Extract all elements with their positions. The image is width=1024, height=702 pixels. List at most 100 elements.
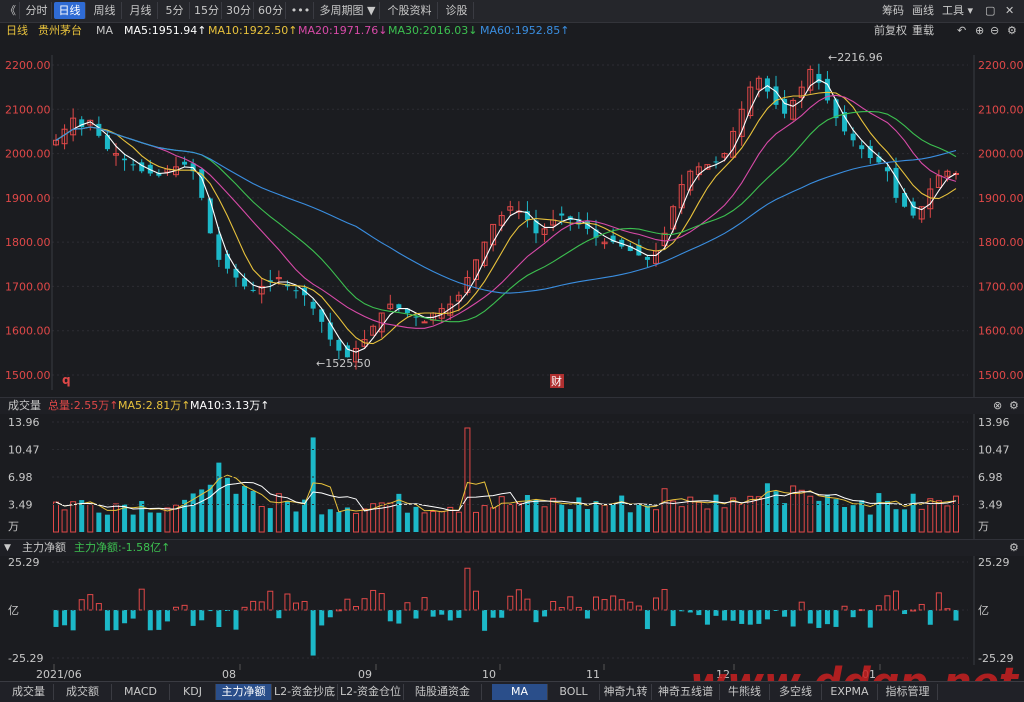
tab-13[interactable]: 多空线 <box>770 684 822 700</box>
volume-bar-up <box>807 495 814 533</box>
volume-bar-down <box>816 500 822 532</box>
flow-bar-down <box>319 610 325 626</box>
flow-bar-down <box>584 610 590 619</box>
volume-bar-down <box>242 486 248 532</box>
price-label-right: 2200.00 <box>978 59 1024 72</box>
volume-bar-down <box>104 514 110 532</box>
ma60-line <box>55 126 957 294</box>
flow-bar-down <box>276 610 282 619</box>
flow-bar-down <box>113 610 119 631</box>
flow-bar-up <box>618 599 625 611</box>
volume-bar-up <box>70 501 77 533</box>
flow-bar-down <box>130 610 136 619</box>
price-label-right: 2000.00 <box>978 148 1024 161</box>
tab-6[interactable]: L2-资金仓位 <box>338 684 404 700</box>
volume-bar-up <box>918 508 925 533</box>
price-label-right: 1900.00 <box>978 192 1024 205</box>
flow-bar-up <box>653 597 659 611</box>
tab-12[interactable]: 牛熊线 <box>720 684 770 700</box>
candle-body-down <box>293 290 299 292</box>
flow-label-left: -25.29 <box>8 652 43 665</box>
date-label: 09 <box>358 668 372 681</box>
flow-bar-down <box>902 610 908 615</box>
flow-bar-up <box>87 594 94 611</box>
flow-bar-down <box>807 610 813 624</box>
volume-bar-down <box>593 501 599 532</box>
volume-bar-down <box>850 505 856 532</box>
volume-bar-up <box>53 501 59 533</box>
volume-bar-down <box>567 509 573 532</box>
volume-bar-up <box>421 512 428 533</box>
flow-bar-down <box>122 610 128 624</box>
volume-bar-down <box>842 507 848 532</box>
tab-9[interactable]: BOLL <box>548 684 600 700</box>
flow-bar-up <box>78 599 85 611</box>
flow-bar-down <box>704 610 710 625</box>
flow-bars <box>53 567 959 656</box>
candle-body-down <box>893 167 899 198</box>
tab-8[interactable]: MA <box>492 684 548 700</box>
flow-bar-down <box>413 610 419 619</box>
volume-settings-icon[interactable]: ⚙ <box>1009 398 1019 414</box>
tab-15[interactable]: 指标管理 <box>878 684 938 700</box>
tab-0[interactable]: 成交量 <box>4 684 54 700</box>
price-label-left: 1800.00 <box>5 236 51 249</box>
flow-settings-icon[interactable]: ⚙ <box>1009 540 1019 556</box>
candle-body-down <box>130 164 136 166</box>
flow-bar-down <box>216 610 222 628</box>
tab-2[interactable]: MACD <box>112 684 170 700</box>
flow-bar-down <box>782 610 788 617</box>
volume-close-icon[interactable]: ⊗ <box>993 398 1002 414</box>
collapse-icon[interactable]: ▼ <box>4 540 11 556</box>
tab-4[interactable]: 主力净额 <box>216 684 272 700</box>
vol-label-right: 10.47 <box>978 444 1010 457</box>
volume-bar-up <box>438 510 445 533</box>
flow-bar-down <box>533 610 539 623</box>
tab-7[interactable]: 陆股通资金 <box>404 684 482 700</box>
flow-bar-up <box>378 593 385 611</box>
low-label: ←1525.50 <box>316 357 371 370</box>
candle-body-down <box>764 78 770 92</box>
flow-bar-down <box>70 610 76 631</box>
candle-body-down <box>884 167 890 172</box>
tab-14[interactable]: EXPMA <box>822 684 878 700</box>
volume-title: 成交量 <box>8 399 41 412</box>
flow-bar-up <box>344 598 351 611</box>
flow-bar-up <box>884 595 891 611</box>
volume-bar-up <box>447 506 454 533</box>
tab-3[interactable]: KDJ <box>170 684 216 700</box>
volume-bar-down <box>902 509 908 532</box>
volume-bar-down <box>910 493 916 532</box>
flow-bar-up <box>841 605 848 611</box>
tab-11[interactable]: 神奇五线谱 <box>652 684 720 700</box>
price-label-left: 1500.00 <box>5 369 51 382</box>
chart-canvas[interactable]: 2200.00 2200.00 2100.00 2100.00 2000.00 2000.… <box>0 0 1024 701</box>
ma10-line <box>55 91 957 345</box>
tab-5[interactable]: L2-资金抄底 <box>272 684 338 700</box>
price-label-left: 1700.00 <box>5 280 51 293</box>
flow-bar-down <box>542 610 548 617</box>
ma-lines <box>55 79 957 353</box>
flow-bar-down <box>310 610 316 656</box>
vol-label-left: 万 <box>8 520 19 533</box>
candle-body-down <box>396 304 402 309</box>
candle-body-down <box>250 289 256 291</box>
date-label: 11 <box>586 668 600 681</box>
tab-1[interactable]: 成交额 <box>54 684 112 700</box>
flow-bar-down <box>790 610 796 627</box>
high-label: ←2216.96 <box>828 51 883 64</box>
flow-bar-up <box>301 600 308 611</box>
flow-bar-down <box>447 610 453 621</box>
volume-bar-down <box>139 500 145 532</box>
tab-10[interactable]: 神奇九转 <box>600 684 652 700</box>
vol-label-right: 万 <box>978 520 989 533</box>
volume-bar-down <box>250 490 256 532</box>
candle-body-up <box>421 321 428 324</box>
volume-bar-up <box>687 496 694 533</box>
annotations: ←2216.96 ←1525.50 q 财 <box>62 51 883 388</box>
flow-bar-down <box>670 610 676 627</box>
flow-bar-down <box>53 610 59 627</box>
volume-bar-up <box>944 505 951 533</box>
flow-bar-down <box>764 610 770 620</box>
ma5-line <box>55 79 957 353</box>
